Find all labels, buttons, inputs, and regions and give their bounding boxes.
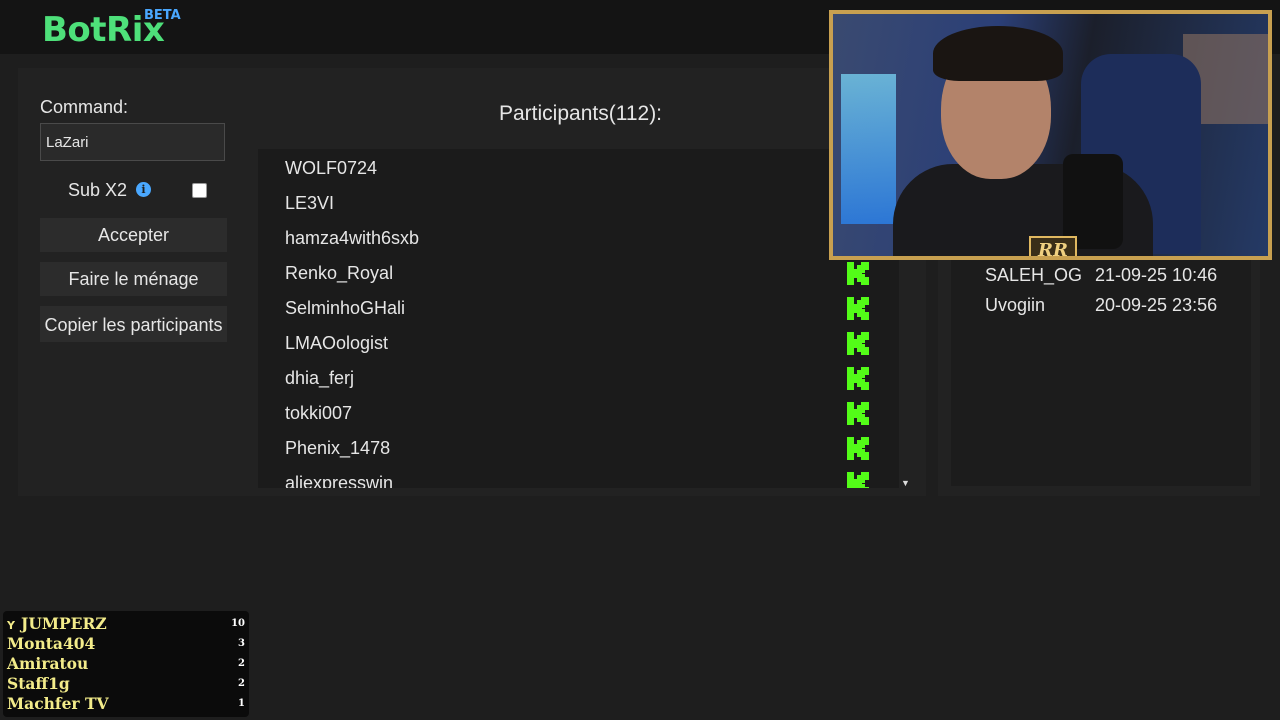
leaderboard-name: Machfer TV: [7, 694, 109, 713]
clean-button[interactable]: Faire le ménage: [40, 262, 227, 296]
webcam-person-hair: [933, 26, 1063, 81]
leaderboard-score: 2: [238, 678, 245, 689]
leaderboard-name: JUMPERZ: [21, 614, 107, 633]
leaderboard-row: Monta404 3: [7, 634, 247, 654]
accept-button[interactable]: Accepter: [40, 218, 227, 252]
leaderboard-name: Staff1g: [7, 674, 70, 693]
participant-item[interactable]: Phenix_1478: [285, 431, 390, 466]
participant-item[interactable]: LE3VI: [285, 186, 334, 221]
participant-item[interactable]: SelminhoGHali: [285, 291, 405, 326]
participant-item[interactable]: dhia_ferj: [285, 361, 354, 396]
participant-item[interactable]: WOLF0724: [285, 151, 377, 186]
webcam-led-light: [841, 74, 896, 224]
webcam-logo-badge: RR: [1029, 236, 1077, 256]
leaderboard-score: 10: [231, 618, 245, 629]
kick-icon: [847, 437, 869, 460]
webcam-microphone: [1063, 154, 1123, 249]
leaderboard-row: Y JUMPERZ 10: [7, 614, 247, 634]
kick-icon: [847, 262, 869, 285]
participant-item[interactable]: tokki007: [285, 396, 352, 431]
participant-item[interactable]: LMAOologist: [285, 326, 388, 361]
copy-participants-button[interactable]: Copier les participants: [40, 306, 227, 342]
sub-x2-label: Sub X2: [68, 180, 128, 200]
participant-item[interactable]: hamza4with6sxb: [285, 221, 419, 256]
participants-title: Participants(112):: [499, 102, 663, 125]
leaderboard-row: Staff1g 2: [7, 674, 247, 694]
leaderboard-row: Amiratou 2: [7, 654, 247, 674]
command-input[interactable]: [40, 123, 225, 161]
leaderboard-score: 1: [238, 698, 245, 709]
sub-x2-checkbox[interactable]: [192, 183, 207, 198]
webcam-overlay: RR: [829, 10, 1272, 260]
history-name: SALEH_OG: [985, 265, 1083, 285]
history-date: 21-09-25 10:46: [1095, 265, 1218, 285]
participant-list[interactable]: WOLF0724 LE3VI hamza4with6sxb Renko_Royal Se…: [258, 149, 899, 488]
history-name: Uvogiin: [985, 295, 1046, 315]
leaderboard: Y JUMPERZ 10 Monta404 3 Amiratou 2 Staff1g 2 Mach…: [3, 611, 249, 717]
kick-icon: [847, 402, 869, 425]
kick-icon: [847, 472, 869, 488]
kick-icon: [847, 367, 869, 390]
leaderboard-score: 3: [238, 638, 245, 649]
beta-badge: BETA: [144, 8, 181, 23]
kick-icon: [847, 332, 869, 355]
history-row: SALEH_OG 21-09-25 10:46: [985, 265, 1217, 286]
kick-icon: [847, 297, 869, 320]
leaderboard-score: 2: [238, 658, 245, 669]
history-row: Uvogiin 20-09-25 23:56: [985, 295, 1217, 316]
info-icon[interactable]: i: [136, 182, 151, 197]
scroll-down-arrow[interactable]: ▼: [901, 478, 910, 488]
leaderboard-name: Monta404: [7, 634, 96, 653]
leaderboard-row: Machfer TV 1: [7, 694, 247, 714]
trophy-icon: Y: [7, 619, 15, 632]
leaderboard-name: Amiratou: [7, 654, 89, 673]
participant-item[interactable]: Renko_Royal: [285, 256, 393, 291]
history-date: 20-09-25 23:56: [1095, 295, 1218, 315]
participant-item[interactable]: aliexpresswin: [285, 466, 393, 488]
command-label: Command:: [40, 97, 129, 117]
